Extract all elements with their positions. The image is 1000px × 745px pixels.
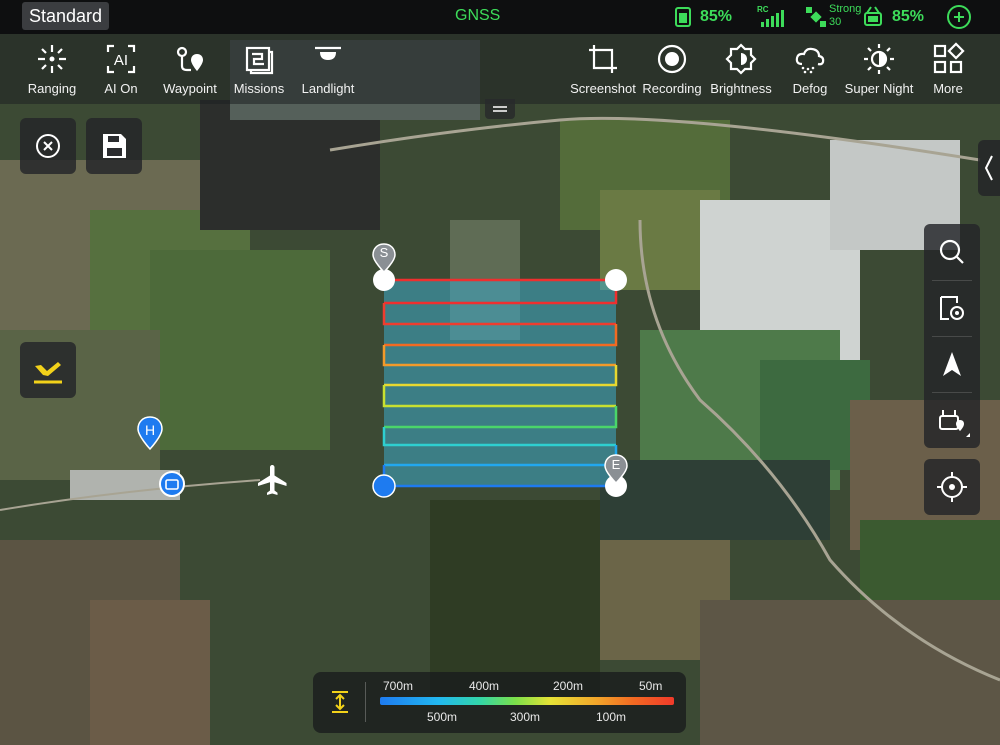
legend-tick: 200m <box>553 679 584 693</box>
legend-tick: 100m <box>596 710 627 724</box>
ranging-icon <box>38 45 66 73</box>
waypoint-icon <box>176 46 203 72</box>
legend-tick: 300m <box>510 710 541 724</box>
landlight-icon <box>315 46 341 60</box>
defog-button[interactable]: Defog <box>770 42 850 96</box>
compass-arrow-icon <box>943 352 961 376</box>
search-button[interactable] <box>924 224 980 280</box>
flight-mode-chip[interactable]: Standard <box>22 2 110 30</box>
connection-status-icon[interactable] <box>946 4 972 30</box>
screenshot-label: Screenshot <box>570 81 636 96</box>
more-button[interactable]: More <box>908 42 988 96</box>
defog-label: Defog <box>792 81 828 96</box>
missions-button[interactable]: Missions <box>219 42 299 96</box>
screenshot-button[interactable]: Screenshot <box>563 42 643 96</box>
aircraft-battery-value: 85% <box>700 8 733 25</box>
search-icon <box>939 239 964 264</box>
legend-tick: 50m <box>639 679 663 693</box>
altitude-gradient-bar <box>380 697 674 705</box>
satellite-count: 30 <box>829 16 842 28</box>
end-marker-label: E <box>611 457 621 472</box>
locate-controller-button[interactable] <box>924 392 980 448</box>
collapse-panel-tab[interactable] <box>978 140 1000 196</box>
waypoint-button[interactable]: Waypoint <box>150 42 230 96</box>
signal-strength-label: Strong <box>829 3 862 15</box>
rc-battery-icon <box>864 6 882 26</box>
chevron-left-icon <box>984 155 993 181</box>
remote-controller-location-icon <box>159 471 185 497</box>
toolbar-drag-handle[interactable] <box>485 99 515 119</box>
landlight-label: Landlight <box>301 81 355 96</box>
waypoint-node[interactable] <box>605 269 627 291</box>
defog-icon <box>795 47 825 74</box>
north-lock-button[interactable] <box>924 336 980 392</box>
camera-toolbar: Ranging AI AI On Waypoint Missions Landl… <box>0 34 1000 104</box>
ranging-label: Ranging <box>27 81 77 96</box>
save-mission-button[interactable] <box>86 118 142 174</box>
ai-label: AI On <box>104 81 138 96</box>
takeoff-button[interactable] <box>20 342 76 398</box>
aircraft-battery-icon <box>675 7 691 27</box>
legend-tick: 700m <box>383 679 414 693</box>
gnss-status: GNSS <box>455 7 501 24</box>
recording-label: Recording <box>642 81 702 96</box>
home-point-label: H <box>144 422 156 438</box>
svg-text:AI: AI <box>114 52 128 69</box>
missions-icon <box>245 46 274 75</box>
super-night-icon <box>864 44 894 74</box>
legend-divider <box>365 682 366 722</box>
recording-button[interactable]: Recording <box>632 42 712 96</box>
status-bar: Standard GNSS 85% RC Strong 30 85% <box>0 0 1000 34</box>
takeoff-icon <box>34 362 62 384</box>
ranging-button[interactable]: Ranging <box>12 42 92 96</box>
start-marker-label: S <box>379 245 389 260</box>
target-crosshair-icon <box>937 472 967 502</box>
legend-tick: 400m <box>469 679 500 693</box>
brightness-icon <box>725 43 757 75</box>
app-root: S E H Standard GNSS 85% RC Strong 30 85%… <box>0 0 1000 745</box>
brightness-label: Brightness <box>710 81 772 96</box>
cancel-mission-button[interactable] <box>20 118 76 174</box>
screenshot-icon <box>589 45 617 73</box>
map-tools-panel <box>924 224 980 448</box>
map-settings-button[interactable] <box>924 280 980 336</box>
altitude-legend: 700m 400m 200m 50m 500m 300m 100m <box>313 672 686 733</box>
landlight-button[interactable]: Landlight <box>288 42 368 96</box>
ai-button[interactable]: AI AI On <box>81 42 161 96</box>
rc-signal-icon <box>761 10 784 27</box>
satellite-icon <box>806 7 826 27</box>
super-night-button[interactable]: Super Night <box>839 42 919 96</box>
altitude-icon <box>332 691 348 713</box>
record-icon <box>657 44 687 74</box>
locate-aircraft-button[interactable] <box>924 459 980 515</box>
rc-battery-value: 85% <box>892 8 925 25</box>
ai-icon: AI <box>106 44 136 74</box>
close-circle-icon <box>36 134 60 158</box>
save-icon <box>103 134 126 158</box>
brightness-button[interactable]: Brightness <box>701 42 781 96</box>
missions-label: Missions <box>233 81 285 96</box>
controller-location-icon <box>939 410 970 437</box>
aircraft-icon <box>258 465 287 495</box>
waypoint-label: Waypoint <box>163 81 217 96</box>
more-label: More <box>933 81 963 96</box>
map-settings-icon <box>940 296 964 320</box>
waypoint-node[interactable] <box>372 474 396 498</box>
super-night-label: Super Night <box>844 81 914 96</box>
legend-tick: 500m <box>427 710 458 724</box>
more-grid-icon <box>933 42 965 74</box>
